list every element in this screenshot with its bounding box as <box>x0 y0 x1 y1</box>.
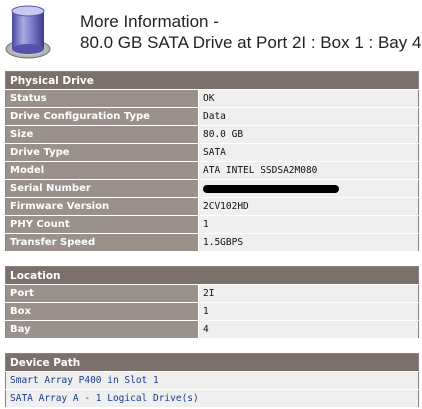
table-row: Serial Number <box>5 179 419 198</box>
location-header: Location <box>5 266 419 285</box>
model-value: ATA INTEL SSDSA2M080 <box>198 161 419 180</box>
port-label: Port <box>5 284 199 303</box>
firmware-label: Firmware Version <box>5 197 199 216</box>
device-path-header: Device Path <box>5 353 419 372</box>
phy-count-label: PHY Count <box>5 215 199 234</box>
location-table: Location Port 2I Box 1 Bay 4 <box>5 266 419 339</box>
bay-label: Bay <box>5 320 199 339</box>
drive-type-value: SATA <box>198 143 419 162</box>
serial-number-value <box>198 179 419 198</box>
size-label: Size <box>5 125 199 144</box>
physical-drive-header: Physical Drive <box>5 71 419 90</box>
smart-array-link[interactable]: Smart Array P400 in Slot 1 <box>5 371 419 390</box>
physical-drive-table: Physical Drive Status OK Drive Configura… <box>5 71 419 252</box>
device-path-table: Device Path Smart Array P400 in Slot 1 S… <box>5 353 419 408</box>
table-row: Transfer Speed 1.5GBPS <box>5 233 419 252</box>
table-row: Bay 4 <box>5 320 419 339</box>
list-item[interactable]: SATA Array A - 1 Logical Drive(s) <box>5 389 419 408</box>
status-label: Status <box>5 89 199 108</box>
table-row: Model ATA INTEL SSDSA2M080 <box>5 161 419 180</box>
list-item[interactable]: Smart Array P400 in Slot 1 <box>5 371 419 390</box>
page-title: More Information - <box>80 12 219 31</box>
port-value: 2I <box>198 284 419 303</box>
table-row: PHY Count 1 <box>5 215 419 234</box>
table-row: Drive Type SATA <box>5 143 419 162</box>
config-type-value: Data <box>198 107 419 126</box>
table-row: Status OK <box>5 89 419 108</box>
page-header: More Information - 80.0 GB SATA Drive at… <box>0 0 422 66</box>
database-drive-icon <box>4 3 52 63</box>
firmware-value: 2CV102HD <box>198 197 419 216</box>
box-value: 1 <box>198 302 419 321</box>
status-value: OK <box>198 89 419 108</box>
serial-number-label: Serial Number <box>5 179 199 198</box>
table-row: Size 80.0 GB <box>5 125 419 144</box>
bay-value: 4 <box>198 320 419 339</box>
transfer-speed-label: Transfer Speed <box>5 233 199 252</box>
config-type-label: Drive Configuration Type <box>5 107 199 126</box>
sata-array-link[interactable]: SATA Array A - 1 Logical Drive(s) <box>5 389 419 408</box>
transfer-speed-value: 1.5GBPS <box>198 233 419 252</box>
table-row: Drive Configuration Type Data <box>5 107 419 126</box>
redaction-bar <box>203 184 339 193</box>
table-row: Port 2I <box>5 284 419 303</box>
box-label: Box <box>5 302 199 321</box>
drive-type-label: Drive Type <box>5 143 199 162</box>
table-row: Firmware Version 2CV102HD <box>5 197 419 216</box>
table-row: Box 1 <box>5 302 419 321</box>
model-label: Model <box>5 161 199 180</box>
size-value: 80.0 GB <box>198 125 419 144</box>
phy-count-value: 1 <box>198 215 419 234</box>
page-subtitle: 80.0 GB SATA Drive at Port 2I : Box 1 : … <box>80 33 422 52</box>
